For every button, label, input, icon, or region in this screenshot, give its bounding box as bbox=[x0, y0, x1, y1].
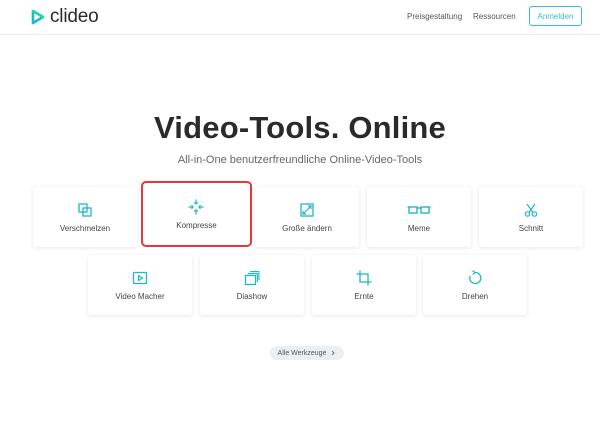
play-logo-icon bbox=[31, 9, 45, 25]
glasses-icon bbox=[407, 206, 431, 214]
top-header: clideo Preisgestaltung Ressourcen Anmeld… bbox=[0, 0, 600, 35]
resize-icon bbox=[300, 203, 314, 217]
page-subtitle: All-in-One benutzerfreundliche Online-Vi… bbox=[177, 154, 423, 166]
tool-card-crop[interactable]: Ernte bbox=[312, 255, 416, 315]
tool-label: Verschmelzen bbox=[59, 224, 111, 233]
tool-card-rotate[interactable]: Drehen bbox=[423, 255, 527, 315]
rotate-icon bbox=[469, 270, 482, 285]
compress-icon bbox=[188, 199, 204, 215]
tool-label: Video Macher bbox=[115, 292, 165, 301]
tool-label: Schnitt bbox=[518, 224, 544, 233]
merge-icon bbox=[78, 203, 92, 217]
tool-label: Diashow bbox=[236, 292, 268, 301]
all-tools-label: Alle Werkzeuge bbox=[277, 349, 327, 357]
page-title: Video-Tools. Online bbox=[153, 110, 446, 145]
tool-card-slideshow[interactable]: Diashow bbox=[200, 255, 304, 315]
tool-card-meme[interactable]: Meme bbox=[367, 187, 471, 247]
tool-card-compress[interactable]: Kompresse bbox=[141, 181, 252, 247]
login-button[interactable]: Anmelden bbox=[529, 6, 582, 26]
crop-icon bbox=[356, 270, 372, 286]
tool-label: Kompresse bbox=[176, 221, 217, 230]
chevron-right-icon bbox=[332, 350, 336, 356]
nav-resources-link[interactable]: Ressourcen bbox=[473, 12, 516, 21]
tool-card-merge[interactable]: Verschmelzen bbox=[33, 187, 137, 247]
tool-card-video-maker[interactable]: Video Macher bbox=[88, 255, 192, 315]
logo-text: clideo bbox=[50, 6, 99, 27]
tool-card-cut[interactable]: Schnitt bbox=[479, 187, 583, 247]
slides-icon bbox=[244, 271, 260, 286]
play-icon bbox=[132, 271, 148, 285]
scissors-icon bbox=[524, 203, 538, 217]
all-tools-button[interactable]: Alle Werkzeuge bbox=[270, 346, 344, 360]
tool-label: Drehen bbox=[461, 292, 489, 301]
tool-label: Ernte bbox=[354, 292, 374, 301]
tool-card-resize[interactable]: Große ändern bbox=[255, 187, 359, 247]
tool-label: Meme bbox=[407, 224, 431, 233]
clideo-logo[interactable]: clideo bbox=[30, 6, 99, 28]
nav-pricing-link[interactable]: Preisgestaltung bbox=[407, 12, 462, 21]
tool-label: Große ändern bbox=[282, 224, 332, 233]
